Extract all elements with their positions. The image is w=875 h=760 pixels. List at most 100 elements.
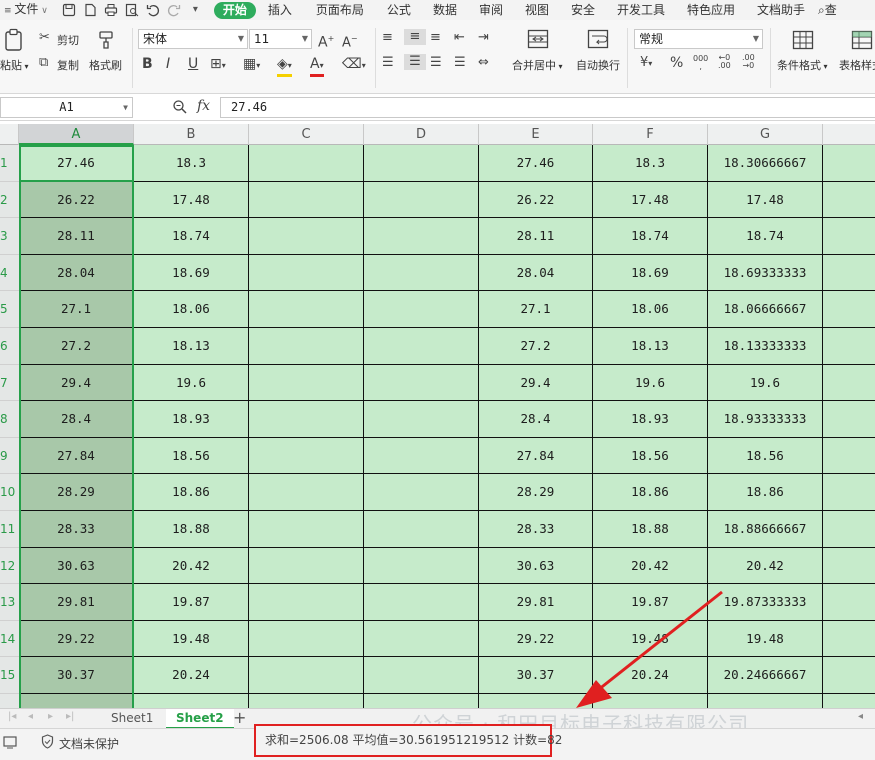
cell-empty[interactable] xyxy=(249,255,364,291)
cell-f[interactable]: 19.48 xyxy=(593,621,708,657)
tab-security[interactable]: 安全 xyxy=(560,0,606,20)
tab-developer[interactable]: 开发工具 xyxy=(606,0,676,20)
cell-empty[interactable] xyxy=(364,218,479,255)
merge-center-button[interactable]: 合并居中 ▾ xyxy=(512,57,563,73)
cell-empty[interactable] xyxy=(823,657,875,694)
cell-e[interactable]: 27.1 xyxy=(479,291,593,328)
cell-empty[interactable] xyxy=(823,218,875,255)
spreadsheet-grid[interactable]: A B C D E F G 1 2 3 4 5 6 7 8 9 10 11 12 13 14 15 27.4… xyxy=(0,124,875,708)
row-header[interactable]: 3 xyxy=(0,218,19,255)
cell-empty[interactable] xyxy=(823,511,875,548)
cell-e[interactable]: 27.84 xyxy=(479,438,593,474)
align-middle-icon[interactable]: ≡ xyxy=(404,29,426,45)
cell-empty[interactable] xyxy=(249,474,364,511)
row-header[interactable]: 4 xyxy=(0,255,19,291)
cell-g[interactable]: 18.74 xyxy=(708,218,823,255)
redo-icon[interactable] xyxy=(167,3,182,17)
cell-style-icon[interactable]: ▦▾ xyxy=(243,56,260,74)
tab-home[interactable]: 开始 xyxy=(213,1,256,19)
cell-e[interactable]: 28.29 xyxy=(479,474,593,511)
formula-input[interactable]: 27.46 xyxy=(220,97,875,118)
cell-empty[interactable] xyxy=(249,548,364,584)
decrease-indent-icon[interactable]: ⇤ xyxy=(454,30,465,46)
tab-special-apps[interactable]: 特色应用 xyxy=(676,0,746,20)
cell-a[interactable]: 28.04 xyxy=(19,255,134,291)
cell-g[interactable] xyxy=(708,694,823,708)
column-header-h[interactable] xyxy=(823,124,875,145)
cell-empty[interactable] xyxy=(249,145,364,182)
cell-g[interactable]: 18.13333333 xyxy=(708,328,823,365)
cell-b[interactable] xyxy=(134,694,249,708)
cell-b[interactable]: 18.74 xyxy=(134,218,249,255)
decrease-decimal-icon[interactable]: .00 →0 xyxy=(742,54,755,70)
italic-icon[interactable]: I xyxy=(166,56,170,72)
search-button[interactable]: ⌕查 xyxy=(816,0,839,20)
cell-g[interactable]: 18.86 xyxy=(708,474,823,511)
cell-f[interactable]: 18.13 xyxy=(593,328,708,365)
cell-f[interactable]: 18.69 xyxy=(593,255,708,291)
row-header[interactable]: 2 xyxy=(0,182,19,218)
increase-font-icon[interactable]: A+ xyxy=(318,31,334,51)
increase-decimal-icon[interactable]: ←0.00 xyxy=(718,54,731,70)
cell-b[interactable]: 18.69 xyxy=(134,255,249,291)
cell-b[interactable]: 19.87 xyxy=(134,584,249,621)
cell-g[interactable]: 18.88666667 xyxy=(708,511,823,548)
tab-page-layout[interactable]: 页面布局 xyxy=(304,0,376,20)
align-bottom-icon[interactable]: ≡ xyxy=(430,30,441,46)
column-header-f[interactable]: F xyxy=(593,124,708,145)
cut-button[interactable]: 剪切 xyxy=(57,32,79,48)
column-header-g[interactable]: G xyxy=(708,124,823,145)
select-all-corner[interactable] xyxy=(0,124,19,145)
cell-empty[interactable] xyxy=(823,401,875,438)
cell-empty[interactable] xyxy=(249,291,364,328)
paste-icon[interactable] xyxy=(3,28,25,52)
distributed-icon[interactable]: ⇔ xyxy=(478,55,489,71)
cell-empty[interactable] xyxy=(364,548,479,584)
cell-e[interactable]: 28.11 xyxy=(479,218,593,255)
cell-a[interactable]: 27.84 xyxy=(19,438,134,474)
cell-empty[interactable] xyxy=(823,328,875,365)
column-header-d[interactable]: D xyxy=(364,124,479,145)
tab-data[interactable]: 数据 xyxy=(422,0,468,20)
cell-empty[interactable] xyxy=(249,657,364,694)
cell-f[interactable]: 19.87 xyxy=(593,584,708,621)
cell-f[interactable]: 17.48 xyxy=(593,182,708,218)
cell-empty[interactable] xyxy=(249,694,364,708)
cell-f[interactable]: 18.06 xyxy=(593,291,708,328)
column-header-a[interactable]: A xyxy=(19,124,134,145)
increase-indent-icon[interactable]: ⇥ xyxy=(478,30,489,46)
cell-g[interactable]: 18.30666667 xyxy=(708,145,823,182)
table-style-button[interactable]: 表格样式 xyxy=(839,57,875,73)
cell-empty[interactable] xyxy=(364,291,479,328)
next-sheet-icon[interactable]: ▸ xyxy=(48,711,53,722)
cell-b[interactable]: 19.6 xyxy=(134,365,249,401)
cell-empty[interactable] xyxy=(823,182,875,218)
row-header[interactable]: 14 xyxy=(0,621,19,657)
cell-empty[interactable] xyxy=(364,145,479,182)
cell-g[interactable]: 20.42 xyxy=(708,548,823,584)
print-preview-icon[interactable] xyxy=(125,3,140,17)
cell-empty[interactable] xyxy=(823,584,875,621)
protect-status[interactable]: 文档未保护 xyxy=(59,735,119,752)
cell-empty[interactable] xyxy=(364,657,479,694)
cell-empty[interactable] xyxy=(364,694,479,708)
cell-empty[interactable] xyxy=(823,474,875,511)
cell-f[interactable]: 19.6 xyxy=(593,365,708,401)
cell-f[interactable]: 20.42 xyxy=(593,548,708,584)
last-sheet-icon[interactable]: ▸| xyxy=(66,711,74,722)
file-menu[interactable]: ≡ 文件 ∨ xyxy=(0,0,56,21)
cell-e[interactable]: 30.37 xyxy=(479,657,593,694)
cell-b[interactable]: 20.42 xyxy=(134,548,249,584)
cell-g[interactable]: 18.56 xyxy=(708,438,823,474)
cell-empty[interactable] xyxy=(364,255,479,291)
cell-empty[interactable] xyxy=(823,255,875,291)
cell-empty[interactable] xyxy=(823,365,875,401)
clear-icon[interactable]: ⌫▾ xyxy=(342,56,366,74)
percent-icon[interactable]: % xyxy=(670,55,683,71)
decrease-font-icon[interactable]: A− xyxy=(342,31,358,51)
cell-a[interactable]: 29.4 xyxy=(19,365,134,401)
cell-empty[interactable] xyxy=(364,584,479,621)
cell-empty[interactable] xyxy=(823,438,875,474)
cell-e[interactable]: 28.04 xyxy=(479,255,593,291)
cell-f[interactable]: 18.3 xyxy=(593,145,708,182)
